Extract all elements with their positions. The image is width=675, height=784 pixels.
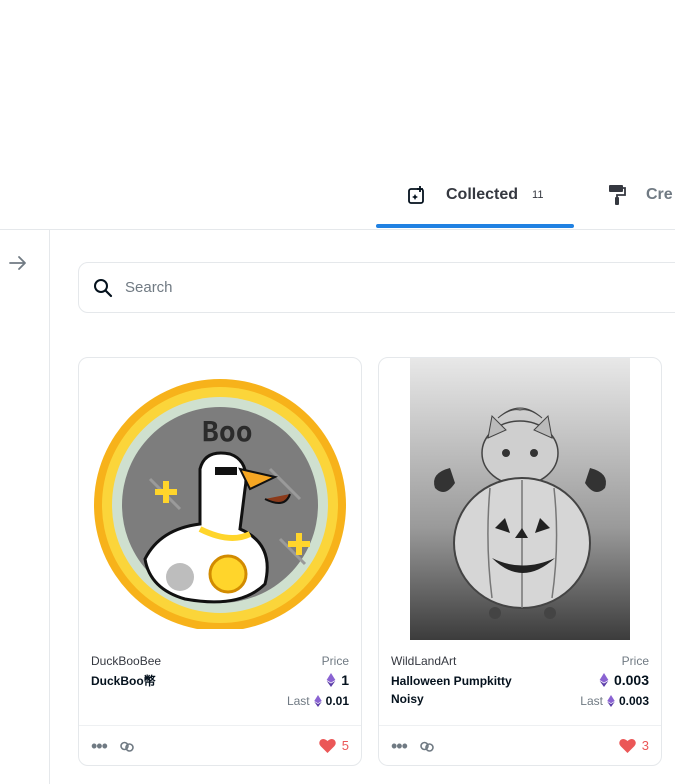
collection-name[interactable]: WildLandArt: [391, 654, 456, 668]
more-options-icon[interactable]: •••: [391, 737, 408, 755]
active-tab-underline: [376, 224, 574, 228]
last-price: 0.01: [325, 694, 349, 708]
last-label: Last: [286, 694, 310, 708]
favorite-button[interactable]: 3: [619, 738, 649, 753]
like-count: 3: [641, 738, 649, 753]
nft-card[interactable]: Boo DuckBooBee DuckBoo幣 Price 1 Last 0.0…: [78, 357, 362, 766]
last-sale: Last 0.003: [580, 694, 649, 708]
price-label: Price: [621, 654, 649, 668]
price-value: 1: [321, 672, 349, 688]
nft-image[interactable]: Boo: [79, 358, 361, 640]
nft-card[interactable]: WildLandArt Halloween Pumpkitty Noisy Pr…: [378, 357, 662, 766]
nft-collected-icon: [406, 184, 428, 206]
price-value: 0.003: [594, 672, 649, 688]
svg-text:Boo: Boo: [202, 415, 253, 448]
favorite-button[interactable]: 5: [319, 738, 349, 753]
sidebar-divider: [49, 230, 50, 784]
tab-created-label: Cre: [646, 186, 673, 203]
more-options-icon[interactable]: •••: [91, 737, 108, 755]
tab-collected[interactable]: Collected 11: [376, 160, 574, 230]
price-amount: 0.003: [613, 672, 649, 688]
header-divider: [0, 229, 675, 230]
card-footer: ••• 5: [79, 725, 361, 765]
nft-image[interactable]: [379, 358, 661, 640]
last-price: 0.003: [618, 694, 649, 708]
link-icon[interactable]: [419, 738, 435, 754]
price-label: Price: [321, 654, 349, 668]
card-footer: ••• 3: [379, 725, 661, 765]
price-amount: 1: [341, 672, 349, 688]
tab-collected-count: 11: [532, 189, 544, 201]
eth-icon: [607, 695, 615, 707]
tab-collected-label: Collected: [446, 186, 519, 203]
eth-icon: [599, 673, 609, 687]
heart-icon: [319, 738, 336, 753]
item-name: Halloween Pumpkitty Noisy: [391, 674, 512, 706]
collection-name[interactable]: DuckBooBee: [91, 654, 161, 668]
search-input[interactable]: [125, 279, 625, 296]
duck-coin-pixel-art: Boo: [94, 379, 346, 629]
tab-created[interactable]: Cre: [606, 160, 675, 230]
heart-icon: [619, 738, 636, 753]
item-name: DuckBoo幣: [91, 674, 156, 688]
last-sale: Last 0.01: [287, 694, 349, 708]
paint-roller-icon: [606, 184, 628, 206]
like-count: 5: [341, 738, 349, 753]
search-icon: [93, 278, 113, 298]
search-bar[interactable]: [78, 262, 675, 313]
last-label: Last: [580, 694, 603, 708]
arrow-right-icon[interactable]: [7, 252, 29, 274]
eth-icon: [313, 695, 322, 707]
eth-icon: [326, 673, 336, 687]
link-icon[interactable]: [119, 738, 135, 754]
pumpkin-cat-artwork: [410, 358, 630, 640]
